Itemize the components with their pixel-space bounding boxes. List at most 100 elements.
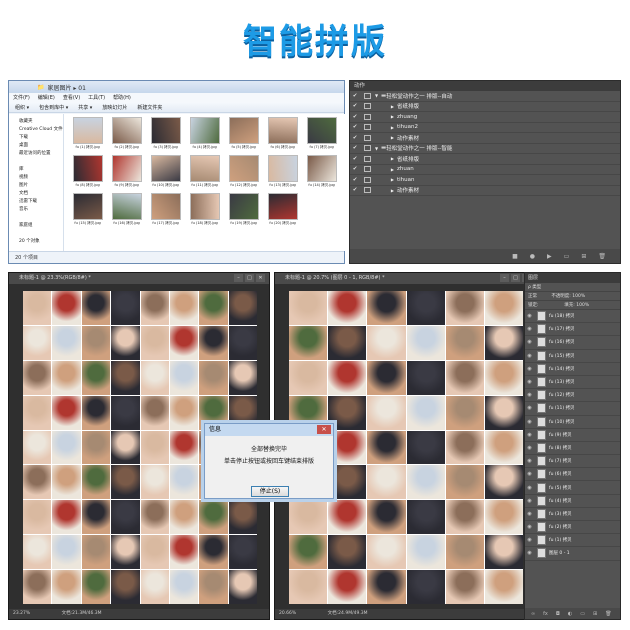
file-item[interactable]: fu (4) 拷贝.jpg bbox=[187, 117, 223, 153]
visibility-eye-icon[interactable]: ◉ bbox=[525, 458, 534, 464]
actions-tab[interactable]: 动作 bbox=[350, 81, 620, 91]
maximize-icon[interactable]: □ bbox=[245, 274, 254, 282]
layers-tab[interactable]: 图层 bbox=[525, 273, 620, 283]
close-icon[interactable]: ✕ bbox=[256, 274, 265, 282]
visibility-eye-icon[interactable]: ◉ bbox=[525, 366, 534, 372]
dialog-toggle-icon[interactable] bbox=[364, 124, 371, 131]
opacity-field[interactable]: 不透明度: 100% bbox=[551, 294, 585, 299]
dialog-toggle-icon[interactable] bbox=[364, 92, 371, 99]
adjustment-icon[interactable]: ◐ bbox=[568, 611, 572, 617]
checkmark-icon[interactable]: ✔ bbox=[350, 177, 360, 183]
share-button[interactable]: 共享 ▾ bbox=[78, 104, 92, 111]
file-item[interactable]: fu (14) 拷贝.jpg bbox=[304, 155, 340, 191]
visibility-eye-icon[interactable]: ◉ bbox=[525, 485, 534, 491]
expand-arrow-icon[interactable]: ▶ bbox=[375, 114, 397, 119]
nav-item[interactable]: Creative Cloud 文件 bbox=[9, 126, 63, 134]
play-icon[interactable]: ▶ bbox=[547, 253, 552, 260]
visibility-eye-icon[interactable]: ◉ bbox=[525, 353, 534, 359]
visibility-eye-icon[interactable]: ◉ bbox=[525, 379, 534, 385]
layer-row[interactable]: ◉ fu (3) 拷贝 bbox=[525, 508, 620, 521]
mask-icon[interactable]: ◘ bbox=[556, 611, 560, 617]
nav-item[interactable]: 收藏夹 bbox=[9, 118, 63, 126]
action-row[interactable]: ✔ ▼ ▬ 轻松堂动作之一 排版--自动 bbox=[350, 91, 620, 102]
expand-arrow-icon[interactable]: ▶ bbox=[375, 125, 397, 130]
checkmark-icon[interactable]: ✔ bbox=[350, 135, 360, 141]
delete-icon[interactable]: 🗑 bbox=[598, 253, 606, 260]
checkmark-icon[interactable]: ✔ bbox=[350, 156, 360, 162]
file-item[interactable]: fu (19) 拷贝.jpg bbox=[226, 193, 262, 229]
layer-row[interactable]: ◉ fu (18) 拷贝 bbox=[525, 310, 620, 324]
nav-item[interactable]: 音乐 bbox=[9, 206, 63, 214]
checkmark-icon[interactable]: ✔ bbox=[350, 93, 360, 99]
expand-arrow-icon[interactable]: ▶ bbox=[375, 177, 397, 182]
file-item[interactable]: fu (2) 拷贝.jpg bbox=[109, 117, 145, 153]
expand-arrow-icon[interactable]: ▶ bbox=[375, 156, 397, 161]
new-action-icon[interactable]: ⊞ bbox=[581, 253, 586, 260]
dialog-toggle-icon[interactable] bbox=[364, 176, 371, 183]
file-item[interactable]: fu (20) 拷贝.jpg bbox=[265, 193, 301, 229]
file-item[interactable]: fu (9) 拷贝.jpg bbox=[109, 155, 145, 191]
visibility-eye-icon[interactable]: ◉ bbox=[525, 392, 534, 398]
dialog-toggle-icon[interactable] bbox=[364, 166, 371, 173]
dialog-toggle-icon[interactable] bbox=[364, 145, 371, 152]
file-item[interactable]: fu (1) 拷贝.jpg bbox=[70, 117, 106, 153]
action-row[interactable]: ✔ ▶ 动作素材 bbox=[350, 133, 620, 144]
layer-row[interactable]: ◉ fu (7) 拷贝 bbox=[525, 455, 620, 469]
layer-row[interactable]: ◉ fu (16) 拷贝 bbox=[525, 336, 620, 350]
visibility-eye-icon[interactable]: ◉ bbox=[525, 537, 534, 543]
dialog-toggle-icon[interactable] bbox=[364, 155, 371, 162]
group-icon[interactable]: ▭ bbox=[580, 611, 585, 617]
nav-item[interactable]: 最近访问的位置 bbox=[9, 150, 63, 158]
nav-item[interactable]: 桌面 bbox=[9, 142, 63, 150]
dialog-toggle-icon[interactable] bbox=[364, 113, 371, 120]
menu-tools[interactable]: 工具(T) bbox=[88, 94, 105, 101]
dialog-toggle-icon[interactable] bbox=[364, 134, 371, 141]
layer-row[interactable]: ◉ fu (17) 拷贝 bbox=[525, 323, 620, 337]
file-item[interactable]: fu (10) 拷贝.jpg bbox=[148, 155, 184, 191]
menu-file[interactable]: 文件(F) bbox=[13, 94, 30, 101]
action-row[interactable]: ✔ ▶ 省纸排版 bbox=[350, 154, 620, 165]
checkmark-icon[interactable]: ✔ bbox=[350, 124, 360, 130]
action-row[interactable]: ✔ ▶ 动作素材 bbox=[350, 186, 620, 196]
record-icon[interactable]: ● bbox=[530, 253, 535, 260]
checkmark-icon[interactable]: ✔ bbox=[350, 145, 360, 151]
layer-row[interactable]: ◉ fu (5) 拷贝 bbox=[525, 481, 620, 495]
blend-mode-select[interactable]: 正常 bbox=[528, 294, 537, 299]
action-row[interactable]: ✔ ▶ tihuan2 bbox=[350, 123, 620, 133]
link-icon[interactable]: ∞ bbox=[531, 611, 535, 617]
file-item[interactable]: fu (16) 拷贝.jpg bbox=[109, 193, 145, 229]
action-row[interactable]: ✔ ▶ 省纸排版 bbox=[350, 102, 620, 112]
organize-button[interactable]: 组织 ▾ bbox=[15, 104, 29, 111]
file-item[interactable]: fu (6) 拷贝.jpg bbox=[265, 117, 301, 153]
layer-row[interactable]: ◉ fu (11) 拷贝 bbox=[525, 402, 620, 416]
layer-row[interactable]: ◉ fu (14) 拷贝 bbox=[525, 363, 620, 376]
fill-field[interactable]: 填充: 100% bbox=[564, 303, 589, 308]
nav-item[interactable]: 下载 bbox=[9, 134, 63, 142]
visibility-eye-icon[interactable]: ◉ bbox=[525, 498, 534, 504]
file-item[interactable]: fu (18) 拷贝.jpg bbox=[187, 193, 223, 229]
visibility-eye-icon[interactable]: ◉ bbox=[525, 339, 534, 345]
nav-item[interactable]: 文档 bbox=[9, 190, 63, 198]
action-row[interactable]: ✔ ▶ zhuang bbox=[350, 112, 620, 123]
checkmark-icon[interactable]: ✔ bbox=[350, 187, 360, 193]
dialog-toggle-icon[interactable] bbox=[364, 187, 371, 194]
file-item[interactable]: fu (5) 拷贝.jpg bbox=[226, 117, 262, 153]
action-row[interactable]: ✔ ▶ zhuan bbox=[350, 165, 620, 175]
visibility-eye-icon[interactable]: ◉ bbox=[525, 432, 534, 438]
visibility-eye-icon[interactable]: ◉ bbox=[525, 550, 534, 556]
stop-icon[interactable]: ■ bbox=[512, 253, 518, 260]
visibility-eye-icon[interactable]: ◉ bbox=[525, 524, 534, 530]
checkmark-icon[interactable]: ✔ bbox=[350, 103, 360, 109]
file-item[interactable]: fu (13) 拷贝.jpg bbox=[265, 155, 301, 191]
visibility-eye-icon[interactable]: ◉ bbox=[525, 471, 534, 477]
nav-item[interactable]: 视频 bbox=[9, 174, 63, 182]
visibility-eye-icon[interactable]: ◉ bbox=[525, 326, 534, 332]
layer-row[interactable]: ◉ fu (15) 拷贝 bbox=[525, 350, 620, 363]
close-icon[interactable]: ✕ bbox=[317, 425, 331, 434]
nav-item[interactable]: 库 bbox=[9, 166, 63, 174]
file-item[interactable]: fu (11) 拷贝.jpg bbox=[187, 155, 223, 191]
include-library-button[interactable]: 包含到库中 ▾ bbox=[39, 104, 68, 111]
dialog-toggle-icon[interactable] bbox=[364, 103, 371, 110]
address-bar[interactable]: 📁 家居图片 ▸ 01 bbox=[9, 81, 344, 93]
nav-item[interactable]: 迅雷下载 bbox=[9, 198, 63, 206]
